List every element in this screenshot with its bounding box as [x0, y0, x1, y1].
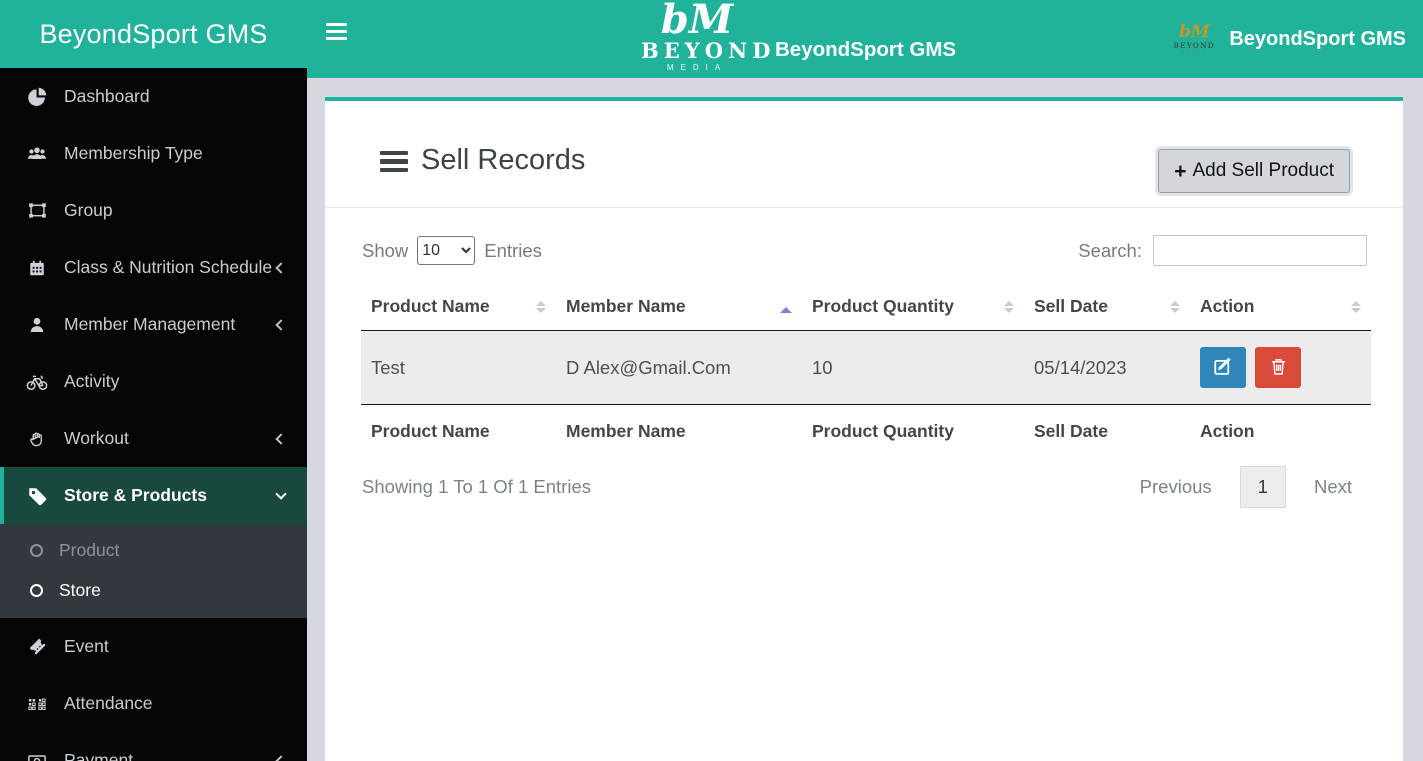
- add-sell-product-button[interactable]: + Add Sell Product: [1158, 149, 1350, 193]
- table-controls: Show 10 Entries Search:: [325, 208, 1403, 279]
- chevron-left-icon: [275, 432, 287, 445]
- header-center-title: BeyondSport GMS: [775, 38, 957, 61]
- tag-icon: [25, 486, 49, 506]
- sidebar-item-attendance[interactable]: Attendance: [0, 675, 307, 732]
- table-header-row: Product Name Member Name Product Quantit…: [361, 283, 1371, 331]
- menu-toggle-icon[interactable]: [326, 23, 347, 41]
- edit-pencil-icon: [1213, 356, 1233, 379]
- column-header-member-name[interactable]: Member Name: [556, 283, 802, 331]
- sidebar-item-dashboard[interactable]: Dashboard: [0, 68, 307, 125]
- footer-product-quantity: Product Quantity: [812, 421, 954, 441]
- header-center-logo-group: bM BEYOND MEDIA BeyondSport GMS: [641, 0, 957, 72]
- store-products-submenu: Product Store: [0, 524, 307, 618]
- pagination-next[interactable]: Next: [1299, 467, 1367, 507]
- sidebar-item-activity[interactable]: Activity: [0, 353, 307, 410]
- pagination: Previous 1 Next: [1125, 466, 1367, 508]
- sort-icon: [1004, 296, 1014, 318]
- footer-sell-date: Sell Date: [1034, 421, 1108, 441]
- sort-icon: [1170, 296, 1180, 318]
- hand-icon: [25, 430, 49, 448]
- cell-action: [1190, 330, 1371, 405]
- footer-product-name: Product Name: [371, 421, 490, 441]
- column-header-product-name[interactable]: Product Name: [361, 283, 556, 331]
- column-header-sell-date[interactable]: Sell Date: [1024, 283, 1190, 331]
- circle-outline-icon: [30, 543, 43, 557]
- header-right-title: BeyondSport GMS: [1229, 27, 1406, 50]
- header-right-group: bM BEYOND MEDIA BeyondSport GMS: [1171, 0, 1406, 78]
- footer-member-name: Member Name: [566, 421, 686, 441]
- sidebar-item-payment[interactable]: Payment: [0, 732, 307, 761]
- sidebar-item-membership-type[interactable]: Membership Type: [0, 125, 307, 182]
- sidebar-item-group[interactable]: Group: [0, 182, 307, 239]
- cell-product-quantity: 10: [802, 330, 1024, 405]
- sort-ascending-icon: [780, 301, 792, 313]
- sort-icon: [1351, 296, 1361, 318]
- footer-action: Action: [1200, 421, 1255, 441]
- sort-icon: [536, 296, 546, 318]
- cell-sell-date: 05/14/2023: [1024, 330, 1190, 405]
- edit-button[interactable]: [1200, 347, 1246, 388]
- table-footer-bar: Showing 1 To 1 Of 1 Entries Previous 1 N…: [325, 452, 1403, 508]
- sell-records-card: Sell Records + Add Sell Product Show 10 …: [325, 97, 1403, 761]
- chevron-left-icon: [275, 754, 287, 761]
- sidebar-item-store-products[interactable]: Store & Products: [0, 467, 307, 524]
- sidebar-subitem-product[interactable]: Product: [0, 530, 307, 570]
- table-row: Test D Alex@Gmail.Com 10 05/14/2023: [361, 330, 1371, 405]
- pagination-page-1[interactable]: 1: [1239, 466, 1286, 508]
- column-header-action[interactable]: Action: [1190, 283, 1371, 331]
- sidebar-nav: Dashboard Membership Type Group Class & …: [0, 68, 307, 761]
- pagination-previous[interactable]: Previous: [1125, 467, 1227, 507]
- users-icon: [25, 144, 49, 164]
- money-icon: [25, 751, 49, 761]
- entries-label: Entries: [484, 239, 542, 261]
- card-header: Sell Records + Add Sell Product: [325, 101, 1403, 207]
- page-length-select[interactable]: 10: [417, 236, 476, 265]
- bicycle-icon: [25, 371, 49, 393]
- search-input[interactable]: [1153, 235, 1367, 266]
- sidebar-item-event[interactable]: Event: [0, 618, 307, 675]
- plus-icon: +: [1174, 159, 1187, 183]
- user-icon: [25, 316, 49, 334]
- grid-dots-icon: [25, 694, 49, 714]
- search-control: Search:: [1078, 235, 1367, 266]
- sidebar-subitem-store[interactable]: Store: [0, 570, 307, 610]
- beyond-media-logo-small: bM BEYOND MEDIA: [1173, 21, 1215, 55]
- circle-outline-icon: [30, 583, 43, 597]
- sell-records-table: Product Name Member Name Product Quantit…: [361, 283, 1371, 452]
- logo-monogram: bM: [660, 0, 734, 43]
- table-footer-row: Product Name Member Name Product Quantit…: [361, 405, 1371, 453]
- page-length-control: Show 10 Entries: [362, 236, 542, 265]
- sidebar-item-class-nutrition-schedule[interactable]: Class & Nutrition Schedule: [0, 239, 307, 296]
- show-label: Show: [362, 239, 409, 261]
- search-label: Search:: [1078, 239, 1142, 261]
- entries-summary: Showing 1 To 1 Of 1 Entries: [362, 476, 591, 497]
- pie-chart-icon: [25, 87, 49, 106]
- sidebar-item-workout[interactable]: Workout: [0, 410, 307, 467]
- cell-member-name: D Alex@Gmail.Com: [556, 330, 802, 405]
- beyond-media-logo: bM BEYOND MEDIA: [641, 0, 776, 72]
- delete-button[interactable]: [1255, 347, 1301, 388]
- ticket-icon: [25, 637, 49, 656]
- trash-icon: [1269, 357, 1288, 379]
- main-content: Sell Records + Add Sell Product Show 10 …: [307, 78, 1423, 761]
- list-bars-icon: [380, 150, 408, 173]
- cell-product-name: Test: [361, 330, 556, 405]
- top-header-bar: BeyondSport GMS bM BEYOND MEDIA BeyondSp…: [0, 0, 1423, 78]
- column-header-product-quantity[interactable]: Product Quantity: [802, 283, 1024, 331]
- object-group-icon: [25, 201, 49, 220]
- chevron-down-icon: [275, 487, 287, 500]
- chevron-left-icon: [275, 318, 287, 331]
- sidebar-brand-title: BeyondSport GMS: [39, 18, 268, 49]
- chevron-left-icon: [275, 261, 287, 274]
- sidebar-item-member-management[interactable]: Member Management: [0, 296, 307, 353]
- calendar-icon: [25, 259, 49, 277]
